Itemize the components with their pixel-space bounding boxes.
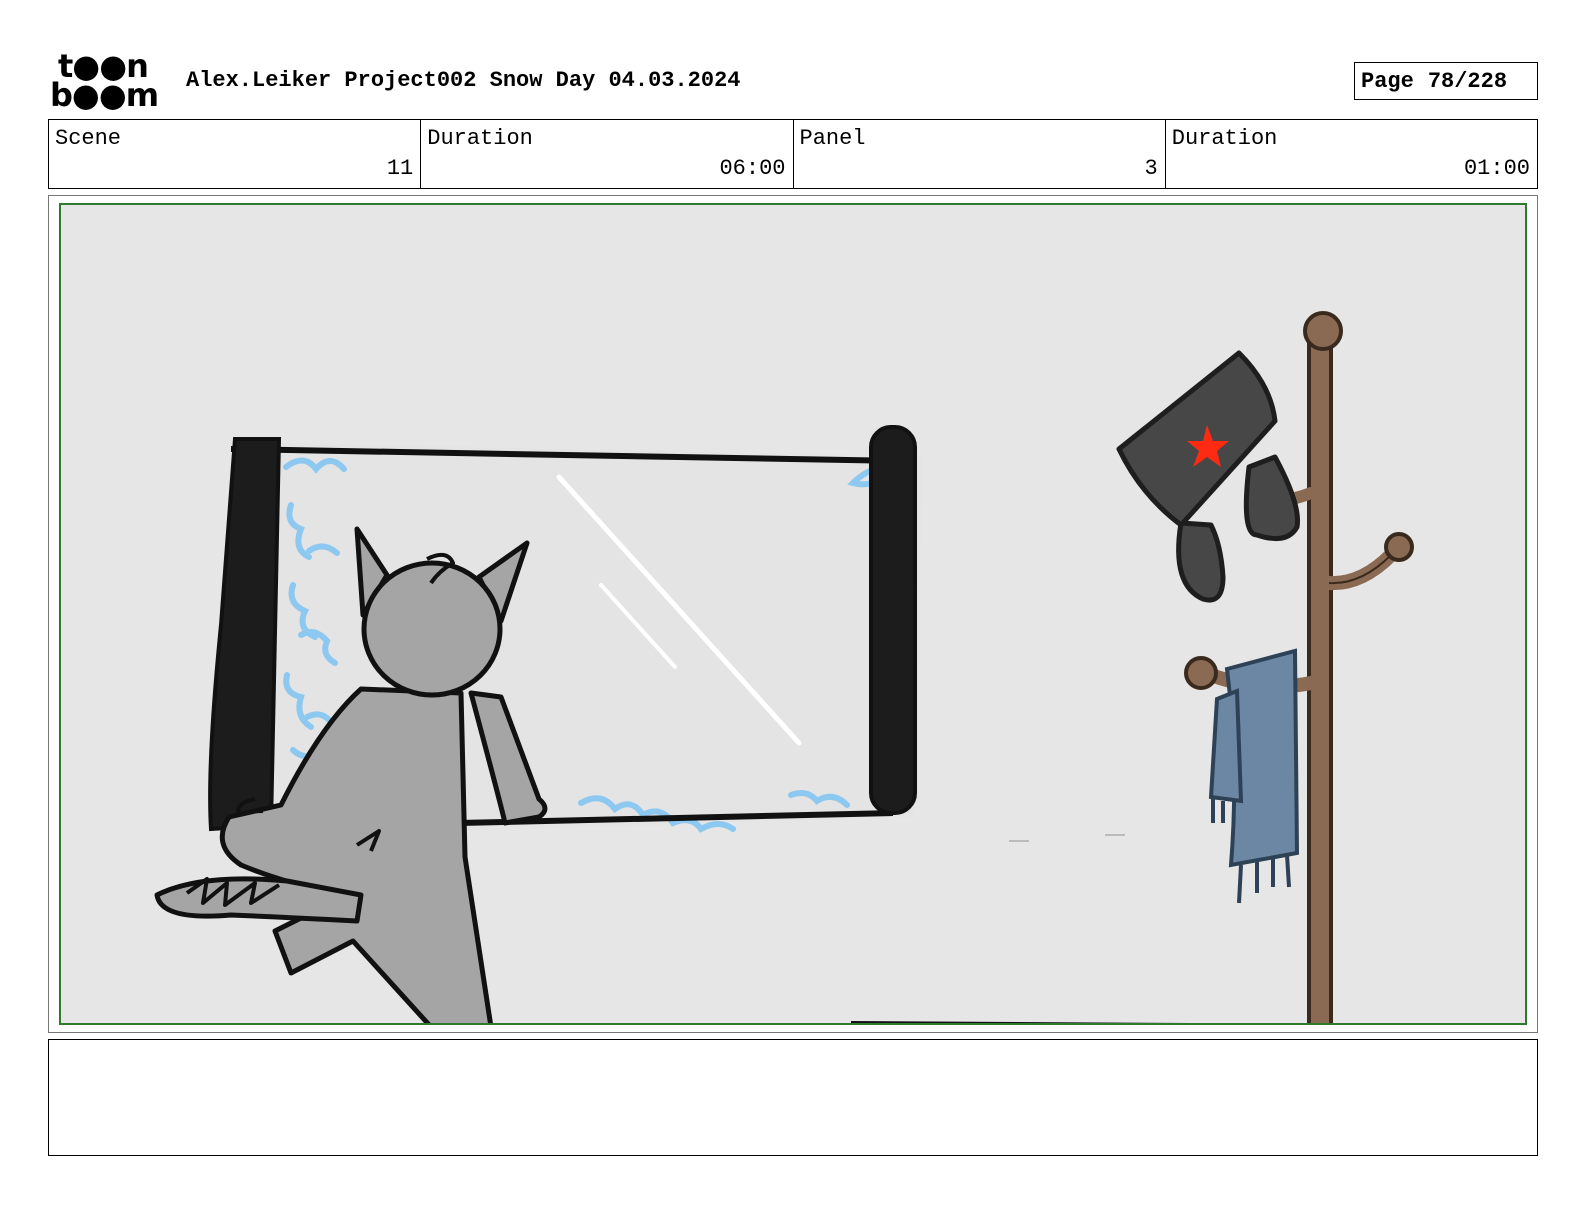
scene-duration-cell: Duration 06:00	[421, 120, 794, 188]
panel-cell: Panel 3	[794, 120, 1166, 188]
storyboard-panel-image	[59, 203, 1527, 1025]
page-number: 78/228	[1427, 68, 1508, 94]
logo-text-bottom: b●●m	[50, 76, 159, 114]
document-title: Alex.Leiker Project002 Snow Day 04.03.20…	[186, 68, 741, 93]
scene-duration-value: 06:00	[719, 156, 786, 181]
panel-drawing	[154, 311, 1414, 1023]
panel-duration-label: Duration	[1171, 126, 1278, 151]
scene-duration-label: Duration	[427, 126, 533, 151]
ushanka-hat	[1116, 350, 1301, 603]
panel-info-row: Scene 11 Duration 06:00 Panel 3 Duration…	[48, 119, 1538, 189]
scene-label: Scene	[55, 126, 122, 151]
scene-cell: Scene 11	[49, 120, 422, 188]
storyboard-panel-frame	[48, 195, 1538, 1033]
scene-value: 11	[386, 156, 414, 181]
page-label: Page	[1361, 68, 1414, 94]
toon-boom-logo: t●●n b●●m	[50, 50, 166, 114]
page-indicator: Page 78/228	[1354, 62, 1538, 100]
panel-duration-cell: Duration 01:00	[1166, 120, 1537, 188]
panel-notes-box[interactable]	[48, 1039, 1538, 1156]
background-marks	[1009, 834, 1125, 842]
scarf	[1208, 648, 1300, 904]
panel-duration-value: 01:00	[1463, 156, 1530, 181]
panel-value: 3	[1144, 156, 1158, 181]
panel-label: Panel	[799, 126, 866, 151]
floor-line	[851, 1021, 1191, 1023]
